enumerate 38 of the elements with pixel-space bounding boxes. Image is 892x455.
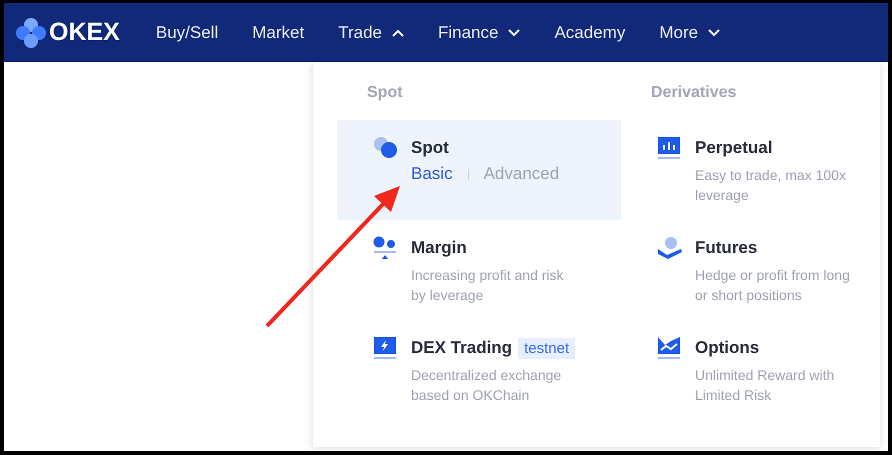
item-title: Margin: [411, 238, 467, 258]
section-heading: Spot: [367, 84, 404, 103]
circles-icon: [373, 136, 399, 160]
caret-icon: [708, 28, 720, 36]
logo-text: OKEX: [49, 18, 120, 47]
item-title: Futures: [695, 238, 758, 258]
nav-link[interactable]: Buy/Sell: [156, 22, 218, 42]
item-description: Decentralized exchange based on OKChain: [411, 366, 562, 405]
bar-chart-icon: [657, 136, 681, 160]
item-title: Spot: [411, 138, 449, 158]
menu-item[interactable]: Perpetual Easy to trade, max 100x leverage: [621, 120, 888, 220]
menu-item[interactable]: DEX Trading testnet Decentralized exchange based on OKChain: [337, 320, 621, 420]
menu-item[interactable]: Options Unlimited Reward with Limited Risk: [621, 320, 888, 420]
caret-icon: [392, 28, 404, 36]
item-title: Options: [695, 338, 760, 358]
section-heading: Derivatives: [651, 84, 738, 103]
nav-link[interactable]: Academy: [554, 22, 626, 42]
testnet-badge: testnet: [518, 338, 576, 358]
caret-icon: [508, 28, 520, 36]
item-description: Increasing profit and risk by leverage: [411, 266, 565, 305]
nav-link[interactable]: Finance: [438, 22, 520, 42]
menu-item[interactable]: Margin Increasing profit and risk by leverage: [337, 220, 621, 320]
logo-icon: [15, 16, 47, 48]
nav-link[interactable]: More: [659, 22, 720, 42]
balance-icon: [373, 236, 397, 260]
item-description: Easy to trade, max 100x leverage: [695, 166, 847, 205]
menu-item[interactable]: Spot Basic Advanced: [337, 120, 621, 220]
item-title: Perpetual: [695, 138, 772, 158]
item-description: Hedge or profit from long or short positions: [695, 266, 851, 305]
nav-link[interactable]: Trade: [338, 22, 404, 42]
menu-item[interactable]: Futures Hedge or profit from long or short positions: [621, 220, 888, 320]
item-description: Unlimited Reward with Limited Risk: [695, 366, 836, 405]
sub-link[interactable]: Basic: [411, 164, 453, 184]
bolt-icon: [373, 336, 397, 360]
nav-link[interactable]: Market: [252, 22, 304, 42]
hand-icon: [657, 236, 683, 260]
line-chart-icon: [657, 336, 681, 360]
item-title: DEX Trading: [411, 338, 512, 358]
